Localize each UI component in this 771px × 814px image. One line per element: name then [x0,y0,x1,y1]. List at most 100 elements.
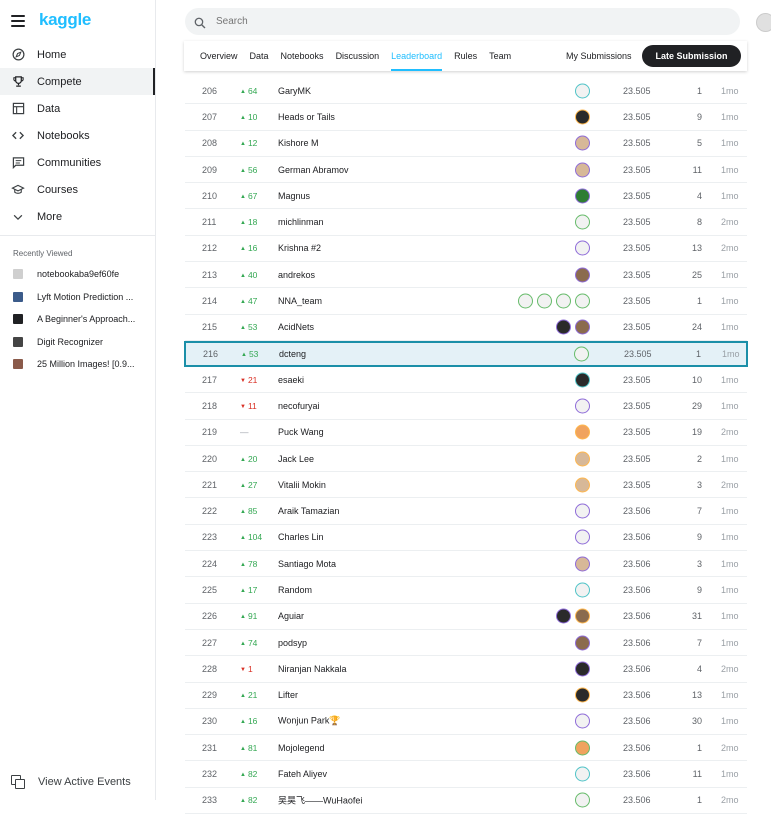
tab-data[interactable]: Data [250,41,269,71]
recent-item[interactable]: A Beginner's Approach... [0,308,155,331]
member-avatar[interactable] [556,319,571,335]
member-avatar[interactable] [575,529,590,545]
member-avatar[interactable] [575,319,590,335]
sidebar-item-compete[interactable]: Compete [0,68,155,95]
table-row[interactable]: 231 ▲ 81 Mojolegend 23.506 1 2mo [185,735,747,762]
table-row[interactable]: 222 ▲ 85 Araik Tamazian 23.506 7 1mo [185,498,747,525]
table-row[interactable]: 221 ▲ 27 Vitalii Mokin 23.505 3 2mo [185,472,747,499]
member-avatar[interactable] [575,293,590,309]
tab-rules[interactable]: Rules [454,41,477,71]
sidebar-item-courses[interactable]: Courses [0,176,155,203]
member-avatar[interactable] [575,83,590,99]
team-name-link[interactable]: Niranjan Nakkala [278,664,347,674]
member-avatar[interactable] [575,661,590,677]
table-row[interactable]: 228 ▼ 1 Niranjan Nakkala 23.506 4 2mo [185,656,747,683]
table-row[interactable]: 225 ▲ 17 Random 23.506 9 1mo [185,577,747,604]
table-row[interactable]: 223 ▲ 104 Charles Lin 23.506 9 1mo [185,525,747,552]
table-row[interactable]: 215 ▲ 53 AcidNets 23.505 24 1mo [185,315,747,341]
team-name-link[interactable]: Magnus [278,191,310,201]
member-avatar[interactable] [537,293,552,309]
team-name-link[interactable]: Vitalii Mokin [278,480,326,490]
team-name-link[interactable]: dcteng [279,349,306,359]
team-name-link[interactable]: esaeki [278,375,304,385]
table-row[interactable]: 213 ▲ 40 andrekos 23.505 25 1mo [185,262,747,289]
hamburger-menu-icon[interactable] [11,15,25,27]
tab-notebooks[interactable]: Notebooks [281,41,324,71]
team-name-link[interactable]: Charles Lin [278,532,324,542]
table-row[interactable]: 206 ▲ 64 GaryMK 23.505 1 1mo [185,78,747,105]
member-avatar[interactable] [575,162,590,178]
member-avatar[interactable] [575,792,590,808]
team-name-link[interactable]: necofuryai [278,401,320,411]
team-name-link[interactable]: andrekos [278,270,315,280]
team-name-link[interactable]: German Abramov [278,165,349,175]
view-active-events-link[interactable]: View Active Events [11,775,131,789]
team-name-link[interactable]: Puck Wang [278,427,324,437]
member-avatar[interactable] [575,424,590,440]
recent-item[interactable]: Digit Recognizer [0,331,155,354]
table-row[interactable]: 219 — Puck Wang 23.505 19 2mo [185,420,747,446]
team-name-link[interactable]: AcidNets [278,322,314,332]
member-avatar[interactable] [575,687,590,703]
recent-item[interactable]: 25 Million Images! [0.9... [0,353,155,376]
member-avatar[interactable] [575,135,590,151]
sidebar-item-communities[interactable]: Communities [0,149,155,176]
team-name-link[interactable]: Heads or Tails [278,112,335,122]
member-avatar[interactable] [518,293,533,309]
member-avatar[interactable] [575,556,590,572]
team-name-link[interactable]: Santiago Mota [278,559,336,569]
table-row[interactable]: 211 ▲ 18 michlinman 23.505 8 2mo [185,209,747,236]
table-row[interactable]: 232 ▲ 82 Fateh Aliyev 23.506 11 1mo [185,761,747,788]
team-name-link[interactable]: NNA_team [278,296,322,306]
table-row[interactable]: 226 ▲ 91 Aguiar 23.506 31 1mo [185,604,747,630]
table-row[interactable]: 227 ▲ 74 podsyp 23.506 7 1mo [185,630,747,657]
member-avatar[interactable] [575,635,590,651]
user-avatar[interactable] [756,13,771,32]
team-name-link[interactable]: GaryMK [278,86,311,96]
table-row[interactable]: 224 ▲ 78 Santiago Mota 23.506 3 1mo [185,551,747,578]
team-name-link[interactable]: Wonjun Park🏆 [278,716,341,727]
table-row[interactable]: 209 ▲ 56 German Abramov 23.505 11 1mo [185,157,747,184]
table-row[interactable]: 217 ▼ 21 esaeki 23.505 10 1mo [185,367,747,394]
member-avatar[interactable] [575,188,590,204]
table-row[interactable]: 207 ▲ 10 Heads or Tails 23.505 9 1mo [185,104,747,131]
team-name-link[interactable]: Jack Lee [278,454,314,464]
table-row[interactable]: 218 ▼ 11 necofuryai 23.505 29 1mo [185,393,747,420]
team-name-link[interactable]: michlinman [278,217,324,227]
table-row[interactable]: 220 ▲ 20 Jack Lee 23.505 2 1mo [185,446,747,473]
member-avatar[interactable] [575,109,590,125]
team-name-link[interactable]: Mojolegend [278,743,325,753]
table-row[interactable]: 212 ▲ 16 Krishna #2 23.505 13 2mo [185,236,747,263]
table-row[interactable]: 229 ▲ 21 Lifter 23.506 13 1mo [185,683,747,709]
member-avatar[interactable] [575,503,590,519]
team-name-link[interactable]: Krishna #2 [278,243,321,253]
recent-item[interactable]: notebookaba9ef60fe [0,263,155,286]
table-row[interactable]: 208 ▲ 12 Kishore M 23.505 5 1mo [185,131,747,157]
tab-discussion[interactable]: Discussion [336,41,380,71]
member-avatar[interactable] [575,267,590,283]
member-avatar[interactable] [575,372,590,388]
member-avatar[interactable] [575,240,590,256]
sidebar-item-notebooks[interactable]: Notebooks [0,122,155,149]
team-name-link[interactable]: Aguiar [278,611,304,621]
late-submission-button[interactable]: Late Submission [642,45,741,67]
member-avatar[interactable] [575,451,590,466]
team-name-link[interactable]: podsyp [278,638,307,648]
member-avatar[interactable] [575,740,590,756]
kaggle-logo[interactable]: kaggle [39,10,91,30]
member-avatar[interactable] [575,214,590,230]
table-row[interactable]: 214 ▲ 47 NNA_team 23.505 1 1mo [185,288,747,315]
tab-overview[interactable]: Overview [200,41,238,71]
table-row-current-user[interactable]: 216 ▲ 53 dcteng 23.505 1 1mo [184,340,748,367]
member-avatar[interactable] [575,713,590,729]
tab-leaderboard[interactable]: Leaderboard [391,41,443,71]
member-avatar[interactable] [575,398,590,414]
member-avatar[interactable] [556,293,571,309]
table-row[interactable]: 230 ▲ 16 Wonjun Park🏆 23.506 30 1mo [185,709,747,736]
table-row[interactable]: 233 ▲ 82 吴昊飞——WuHaofei 23.506 1 2mo [185,788,747,814]
member-avatar[interactable] [575,477,590,493]
member-avatar[interactable] [574,346,589,362]
search-input[interactable] [216,16,696,27]
my-submissions-link[interactable]: My Submissions [566,41,632,71]
sidebar-item-more[interactable]: More [0,203,155,230]
